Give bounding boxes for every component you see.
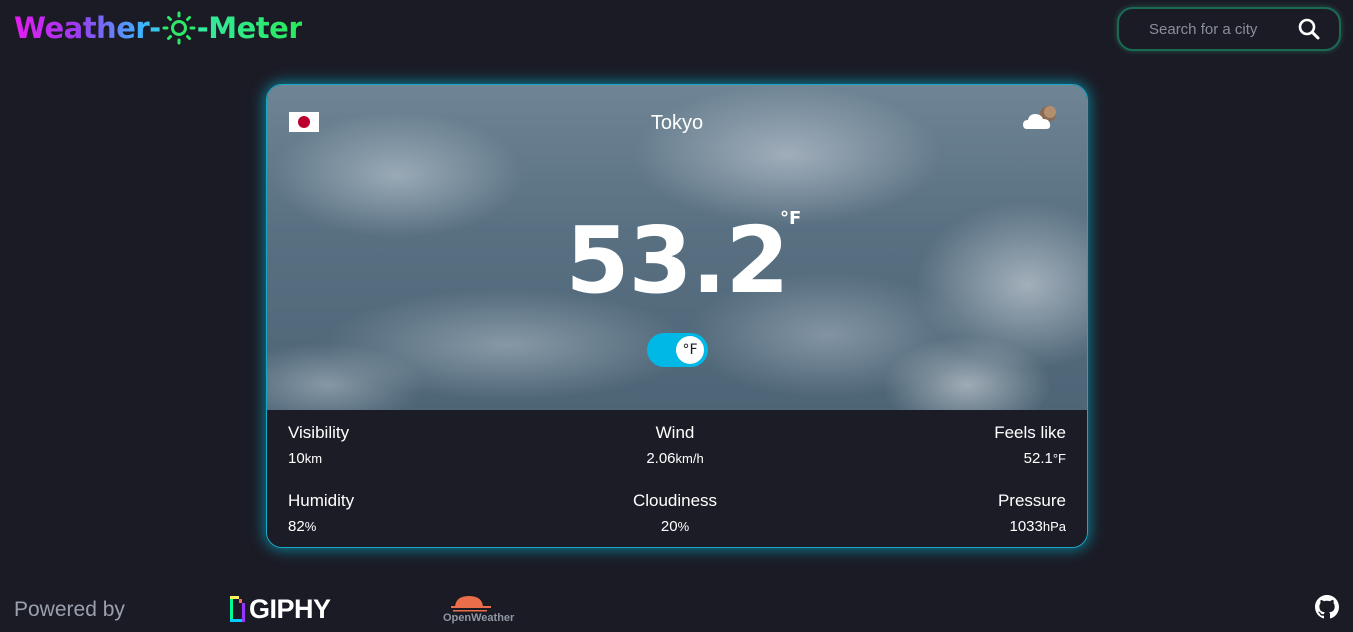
stats-panel: Visibility 10km Wind 2.06km/h Feels like… <box>267 410 1087 547</box>
page: Weather- -Meter Search for a city Tokyo … <box>0 0 1353 632</box>
stat-label: Humidity <box>288 491 355 510</box>
openweather-icon <box>451 596 491 612</box>
powered-by-text: Powered by <box>14 598 125 621</box>
stat-cloudiness: Cloudiness 20% <box>585 491 765 535</box>
stat-pressure: Pressure 1033hPa <box>886 491 1066 535</box>
weather-card: Tokyo 53.2 °F °F Visibility 10km Wind 2.… <box>266 84 1088 548</box>
openweather-logo[interactable]: OpenWeather <box>443 592 547 628</box>
app-logo[interactable]: Weather- -Meter <box>14 8 302 48</box>
stat-label: Feels like <box>994 423 1066 442</box>
temperature-value: 53.2 <box>565 207 790 314</box>
stat-value: 52.1°F <box>1023 450 1066 467</box>
search-icon[interactable] <box>1297 17 1321 41</box>
stat-label: Wind <box>655 423 695 442</box>
logo-text-right: -Meter <box>196 11 303 45</box>
stat-wind: Wind 2.06km/h <box>585 423 765 467</box>
giphy-logo[interactable]: GIPHY <box>230 593 331 625</box>
stat-humidity: Humidity 82% <box>288 491 468 535</box>
search-box <box>1117 7 1341 51</box>
temperature-unit: °F <box>780 208 802 229</box>
search-input[interactable] <box>1149 20 1309 38</box>
stat-label: Pressure <box>997 491 1066 510</box>
weather-background-image: Tokyo 53.2 °F °F <box>267 85 1087 410</box>
logo-text-left: Weather- <box>14 11 161 45</box>
stat-visibility: Visibility 10km <box>288 423 468 467</box>
unit-toggle[interactable]: °F <box>647 333 708 367</box>
stat-value: 20% <box>660 518 690 535</box>
stat-feels-like: Feels like 52.1°F <box>886 423 1066 467</box>
stat-value: 10km <box>288 450 323 467</box>
stat-value: 82% <box>288 518 317 535</box>
stat-value: 2.06km/h <box>646 450 704 467</box>
stat-label: Visibility <box>288 423 350 442</box>
giphy-label: GIPHY <box>249 593 331 624</box>
stat-label: Cloudiness <box>632 491 718 510</box>
giphy-icon <box>230 594 245 624</box>
unit-toggle-knob: °F <box>676 336 704 364</box>
cloud-with-moon-icon <box>1021 103 1061 135</box>
github-icon[interactable] <box>1315 595 1339 619</box>
stat-value: 1033hPa <box>1009 518 1066 535</box>
city-name: Tokyo <box>650 112 704 134</box>
sun-icon <box>162 11 196 45</box>
openweather-label: OpenWeather <box>443 612 515 624</box>
